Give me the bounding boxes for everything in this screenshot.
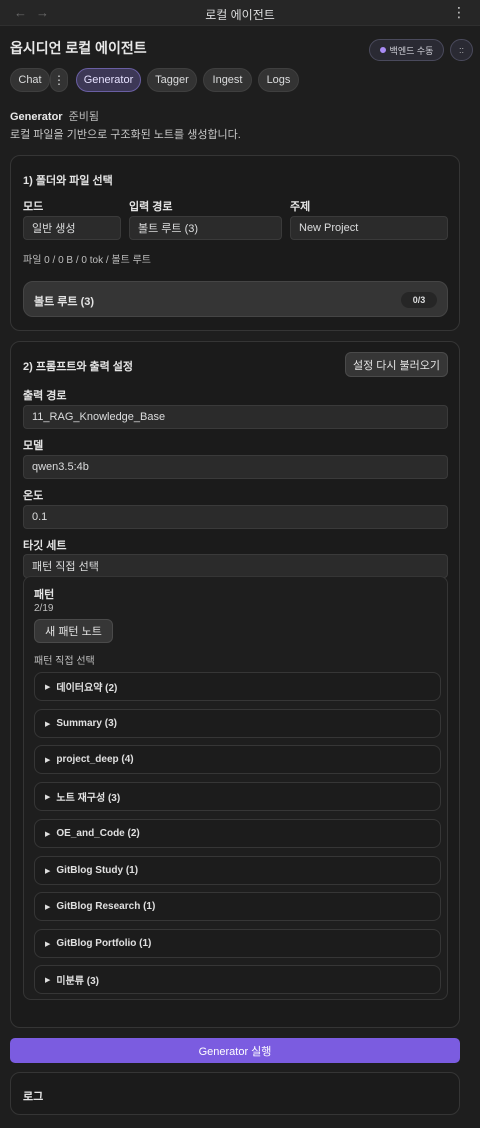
page-title: 옵시디언 로컬 에이전트 xyxy=(10,40,147,56)
pattern-group[interactable]: ▶ 미분류 (3) xyxy=(34,965,441,994)
tab-chat[interactable]: Chat xyxy=(10,68,50,92)
pattern-group[interactable]: ▶ 노트 재구성 (3) xyxy=(34,782,441,811)
prompt-output-section: 2) 프롬프트와 출력 설정 설정 다시 불러오기 출력 경로 11_RAG_K… xyxy=(10,341,460,1028)
output-path-label: 출력 경로 xyxy=(23,390,67,402)
tab-tagger[interactable]: Tagger xyxy=(147,68,197,92)
log-panel: 로그 xyxy=(10,1072,460,1115)
section2-title: 2) 프롬프트와 출력 설정 xyxy=(23,361,134,373)
tab-ingest[interactable]: Ingest xyxy=(203,68,252,92)
pattern-title: 패턴 xyxy=(34,589,55,601)
mode-label: 모드 xyxy=(23,201,44,213)
title-bar: ← → 로컬 에이전트 ⋮ xyxy=(0,0,480,26)
pattern-group[interactable]: ▶ 데이터요약 (2) xyxy=(34,672,441,701)
topic-input[interactable]: New Project xyxy=(290,216,448,240)
backend-mode-label: 백엔드 수동 xyxy=(389,45,434,56)
model-label: 모델 xyxy=(23,440,44,452)
vault-root-label: 볼트 루트 (3) xyxy=(34,296,95,308)
log-title: 로그 xyxy=(23,1091,44,1103)
pattern-group-label: 미분류 (3) xyxy=(56,976,99,987)
pattern-group-label: 노트 재구성 (3) xyxy=(56,793,121,804)
pattern-group[interactable]: ▶ GitBlog Portfolio (1) xyxy=(34,929,441,958)
topic-label: 주제 xyxy=(290,201,311,213)
pattern-group[interactable]: ▶ Summary (3) xyxy=(34,709,441,738)
temperature-input[interactable]: 0.1 xyxy=(23,505,448,529)
window-title: 로컬 에이전트 xyxy=(205,8,275,22)
section1-title: 1) 폴더와 파일 선택 xyxy=(23,175,113,187)
reload-settings-button[interactable]: 설정 다시 불러오기 xyxy=(345,352,448,377)
file-stats: 파일 0 / 0 B / 0 tok / 볼트 루트 xyxy=(23,255,152,266)
output-path-input[interactable]: 11_RAG_Knowledge_Base xyxy=(23,405,448,429)
generator-header: Generator 준비됨 xyxy=(10,108,99,124)
tab-generator[interactable]: Generator xyxy=(76,68,141,92)
expand-triangle-icon: ▶ xyxy=(45,940,51,948)
pattern-count: 2/19 xyxy=(34,603,54,614)
mode-select[interactable]: 일반 생성 xyxy=(23,216,121,240)
pattern-group-label: Summary (3) xyxy=(56,718,117,729)
more-options-icon[interactable]: ⋮ xyxy=(452,4,466,21)
backend-mode-button[interactable]: 백엔드 수동 xyxy=(369,39,444,61)
expand-triangle-icon: ▶ xyxy=(45,867,51,875)
tab-logs[interactable]: Logs xyxy=(258,68,299,92)
pattern-group[interactable]: ▶ GitBlog Study (1) xyxy=(34,856,441,885)
model-input[interactable]: qwen3.5:4b xyxy=(23,455,448,479)
expand-triangle-icon: ▶ xyxy=(45,903,51,911)
input-path-select[interactable]: 볼트 루트 (3) xyxy=(129,216,282,240)
pattern-group-label: GitBlog Portfolio (1) xyxy=(56,938,152,949)
input-path-label: 입력 경로 xyxy=(129,201,173,213)
target-set-label: 타깃 세트 xyxy=(23,540,67,552)
status-text: 준비됨 xyxy=(68,111,99,123)
pattern-subtitle: 패턴 직접 선택 xyxy=(34,656,95,667)
expand-triangle-icon: ▶ xyxy=(45,720,51,728)
pattern-group-label: project_deep (4) xyxy=(56,754,134,765)
pattern-group-label: GitBlog Study (1) xyxy=(56,865,139,876)
expand-triangle-icon: ▶ xyxy=(45,683,51,691)
tab-chat-menu-icon[interactable]: ⋮ xyxy=(50,68,68,92)
generator-description: 로컬 파일을 기반으로 구조화된 노트를 생성합니다. xyxy=(10,129,241,141)
grip-icon[interactable]: :: xyxy=(450,39,473,61)
expand-triangle-icon: ▶ xyxy=(45,976,51,984)
pattern-group-label: OE_and_Code (2) xyxy=(56,828,140,839)
expand-triangle-icon: ▶ xyxy=(45,756,51,764)
run-generator-button[interactable]: Generator 실행 xyxy=(10,1038,460,1063)
expand-triangle-icon: ▶ xyxy=(45,793,51,801)
folder-file-section: 1) 폴더와 파일 선택 모드 일반 생성 입력 경로 볼트 루트 (3) 주제… xyxy=(10,155,460,331)
pattern-panel: 패턴 2/19 새 패턴 노트 패턴 직접 선택 ▶ 데이터요약 (2) ▶ Sum… xyxy=(23,576,448,1000)
vault-root-toggle[interactable]: 볼트 루트 (3) 0/3 xyxy=(23,281,448,317)
temperature-label: 온도 xyxy=(23,490,44,502)
pattern-group[interactable]: ▶ OE_and_Code (2) xyxy=(34,819,441,848)
pattern-group[interactable]: ▶ project_deep (4) xyxy=(34,745,441,774)
expand-triangle-icon: ▶ xyxy=(45,830,51,838)
generator-name: Generator xyxy=(10,111,63,123)
status-dot-icon xyxy=(379,47,386,53)
target-set-select[interactable]: 패턴 직접 선택 xyxy=(23,554,448,578)
pattern-group[interactable]: ▶ GitBlog Research (1) xyxy=(34,892,441,921)
pattern-group-label: GitBlog Research (1) xyxy=(56,901,156,912)
vault-count-badge: 0/3 xyxy=(401,292,437,308)
new-pattern-button[interactable]: 새 패턴 노트 xyxy=(34,619,113,643)
pattern-group-label: 데이터요약 (2) xyxy=(56,683,118,694)
